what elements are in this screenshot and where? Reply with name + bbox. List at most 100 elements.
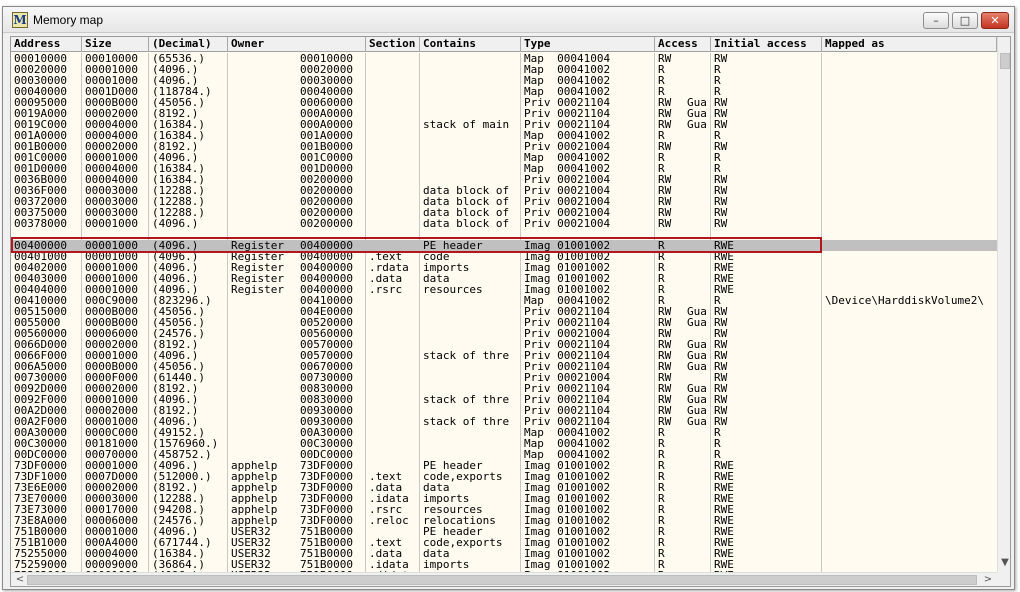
table-row[interactable]: 00410000 000C9000 (823296.) 00410000 Map 000… <box>11 295 997 306</box>
horizontal-scrollbar[interactable]: < > <box>11 572 997 586</box>
cell-initial-access: RW <box>714 372 728 383</box>
table-row[interactable]: 0055000 0000B000 (45056.) 00520000 Priv 0002… <box>11 317 997 328</box>
column-header-decimal[interactable]: (Decimal) <box>149 37 228 52</box>
table-row[interactable]: 0019C000 00004000 (16384.) 000A0000 stack of… <box>11 119 997 130</box>
table-row[interactable]: 00A2F000 00001000 (4096.) 00930000 stack of … <box>11 416 997 427</box>
cell-section <box>366 394 420 405</box>
table-row-selected[interactable]: 00400000 00001000 (4096.) Register 00400000 P… <box>11 240 997 251</box>
table-row[interactable]: 00730000 0000F000 (61440.) 00730000 Priv 000… <box>11 372 997 383</box>
table-row[interactable]: 73DF1000 0007D000 (512000.) apphelp 73DF0000… <box>11 471 997 482</box>
cell-section <box>366 306 420 317</box>
cell-type: Map 00041002 <box>524 449 611 460</box>
cell-address: 0019A000 <box>14 108 67 119</box>
cell-decimal: (16384.) <box>152 163 205 174</box>
table-row[interactable]: 00010000 00010000 (65536.) 00010000 Map 0004… <box>11 53 997 64</box>
cell-access: RW <box>658 141 672 152</box>
table-row[interactable]: 75255000 00004000 (16384.) USER32 751B0000 .d… <box>11 548 997 559</box>
table-row[interactable]: 73E70000 00003000 (12288.) apphelp 73DF0000.… <box>11 493 997 504</box>
cell-decimal: (49152.) <box>152 427 205 438</box>
cell-address: 0036B000 <box>14 174 67 185</box>
table-row[interactable] <box>11 229 997 240</box>
column-header-address[interactable]: Address <box>11 37 82 52</box>
table-row[interactable]: 00C30000 00181000 (1576960.) 00C30000 Map 00… <box>11 438 997 449</box>
table-row[interactable]: 00560000 00006000 (24576.) 00560000 Priv 000… <box>11 328 997 339</box>
table-row[interactable]: 00378000 00001000 (4096.) 00200000 data bloc… <box>11 218 997 229</box>
table-row[interactable]: 00095000 0000B000 (45056.) 00060000 Priv 000… <box>11 97 997 108</box>
column-header-contains[interactable]: Contains <box>420 37 521 52</box>
cell-mapped-as <box>822 218 997 229</box>
cell-address: 751B0000 <box>14 526 67 537</box>
table-row[interactable]: 00375000 00003000 (12288.) 00200000 data blo… <box>11 207 997 218</box>
table-row[interactable]: 0066F000 00001000 (4096.) 00570000 stack of … <box>11 350 997 361</box>
table-row[interactable]: 00030000 00001000 (4096.) 00030000 Map 00041… <box>11 75 997 86</box>
table-row[interactable]: 00020000 00001000 (4096.) 00020000 Map 00041… <box>11 64 997 75</box>
close-button[interactable]: ✕ <box>981 12 1009 29</box>
table-row[interactable]: 006A5000 0000B000 (45056.) 00670000 Priv 000… <box>11 361 997 372</box>
column-header-type[interactable]: Type <box>521 37 655 52</box>
table-row[interactable]: 0019A000 00002000 (8192.) 000A0000 Priv 0002… <box>11 108 997 119</box>
table-row[interactable]: 73E6E000 00002000 (8192.) apphelp 73DF0000 .d… <box>11 482 997 493</box>
scroll-left-arrow-icon[interactable]: < <box>13 573 27 586</box>
column-header-section[interactable]: Section <box>366 37 420 52</box>
cell-contains <box>420 427 521 438</box>
cell-access: R <box>658 438 665 449</box>
cell-contains: PE header <box>423 460 483 471</box>
column-header-access[interactable]: Access <box>655 37 711 52</box>
title-bar[interactable]: M Memory map – □ ✕ <box>3 7 1014 33</box>
table-row[interactable]: 73E8A000 00006000 (24576.) apphelp 73DF0000.… <box>11 515 997 526</box>
memory-map-window: M Memory map – □ ✕ Address Size (Decimal) O… <box>2 6 1015 590</box>
table-row[interactable]: 001A0000 00004000 (16384.) 001A0000 Map 0004… <box>11 130 997 141</box>
table-row[interactable]: 75259000 00009000 (36864.) USER32 751B0000 .i… <box>11 559 997 570</box>
vertical-scroll-thumb[interactable] <box>1000 53 1010 69</box>
table-row[interactable]: 00A30000 0000C000 (49152.) 00A30000 Map 0004… <box>11 427 997 438</box>
cell-contains <box>420 306 521 317</box>
column-header-size[interactable]: Size <box>82 37 149 52</box>
cell-section <box>366 438 420 449</box>
table-row[interactable]: 00404000 00001000 (4096.) Register 00400000.… <box>11 284 997 295</box>
cell-owner: Register <box>231 251 284 262</box>
scroll-down-arrow-icon[interactable]: ▼ <box>998 556 1010 570</box>
cell-size: 00001000 <box>85 64 138 75</box>
cell-size: 000C9000 <box>85 295 138 306</box>
scroll-right-arrow-icon[interactable]: > <box>981 573 995 586</box>
minimize-button[interactable]: – <box>923 12 949 29</box>
table-row[interactable]: 73E73000 00017000 (94208.) apphelp 73DF0000.… <box>11 504 997 515</box>
cell-section <box>366 163 420 174</box>
cell-access: RW <box>658 361 672 372</box>
cell-decimal: (12288.) <box>152 185 205 196</box>
table-row[interactable]: 00372000 00003000 (12288.) 00200000 data blo… <box>11 196 997 207</box>
cell-address: 00560000 <box>14 328 67 339</box>
table-row[interactable]: 751B1000 000A4000 (671744.) USER32 751B0000.… <box>11 537 997 548</box>
table-row[interactable]: 0036F000 00003000 (12288.) 00200000 data blo… <box>11 185 997 196</box>
table-header: Address Size (Decimal) Owner Section Contains… <box>11 37 997 52</box>
cell-guard <box>684 427 711 438</box>
table-row[interactable]: 00402000 00001000 (4096.) Register 00400000.… <box>11 262 997 273</box>
table-body[interactable]: 00010000 00010000 (65536.) 00010000 Map 0004… <box>11 53 997 572</box>
cell-section: .data <box>369 273 403 284</box>
table-row[interactable]: 001C0000 00001000 (4096.) 001C0000 Map 00041… <box>11 152 997 163</box>
table-row[interactable]: 00403000 00001000 (4096.) Register 00400000.… <box>11 273 997 284</box>
table-row[interactable]: 0066D000 00002000 (8192.) 00570000 Priv 0002… <box>11 339 997 350</box>
vertical-scrollbar[interactable]: ▼ <box>997 37 1010 572</box>
cell-section <box>366 108 420 119</box>
column-header-initial-access[interactable]: Initial access <box>711 37 822 52</box>
table-row[interactable]: 00A2D000 00002000 (8192.) 00930000 Priv 0002… <box>11 405 997 416</box>
table-row[interactable]: 0092D000 00002000 (8192.) 00830000 Priv 0002… <box>11 383 997 394</box>
cell-access: R <box>658 240 665 251</box>
table-row[interactable]: 00040000 0001D000 (118784.) 00040000 Map 000… <box>11 86 997 97</box>
table-row[interactable]: 001B0000 00002000 (8192.) 001B0000 Priv 0002… <box>11 141 997 152</box>
table-row[interactable]: 00515000 0000B000 (45056.) 004E0000 Priv 000… <box>11 306 997 317</box>
table-row[interactable]: 751B0000 00001000 (4096.) USER32 751B0000 PE … <box>11 526 997 537</box>
cell-owner <box>228 119 298 130</box>
table-row[interactable]: 00401000 00001000 (4096.) Register 00400000.… <box>11 251 997 262</box>
horizontal-scroll-thumb[interactable] <box>27 575 977 585</box>
maximize-button[interactable]: □ <box>952 12 978 29</box>
table-row[interactable]: 73DF0000 00001000 (4096.) apphelp 73DF0000 PE… <box>11 460 997 471</box>
table-row[interactable]: 001D0000 00004000 (16384.) 001D0000 Map 0004… <box>11 163 997 174</box>
table-row[interactable]: 0092F000 00001000 (4096.) 00830000 stack of … <box>11 394 997 405</box>
table-row[interactable]: 0036B000 00004000 (16384.) 00200000 Priv 000… <box>11 174 997 185</box>
table-row[interactable]: 00DC0000 00070000 (458752.) 00DC0000 Map 000… <box>11 449 997 460</box>
column-header-mapped-as[interactable]: Mapped as <box>822 37 997 52</box>
column-header-owner[interactable]: Owner <box>228 37 366 52</box>
cell-access: RW <box>658 196 672 207</box>
